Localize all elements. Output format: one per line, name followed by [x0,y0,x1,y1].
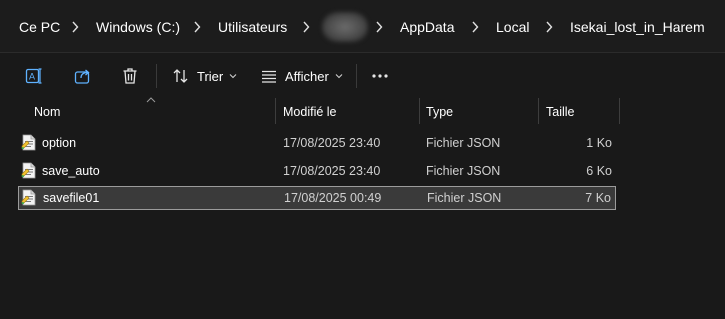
chevron-right-icon[interactable] [470,19,480,35]
toolbar-divider [156,64,157,88]
file-type: Fichier JSON [426,136,501,150]
address-bar[interactable]: Ce PC Windows (C:) Utilisateurs AppData … [0,0,725,53]
file-modified-date: 17/08/2025 23:40 [283,164,381,178]
file-size: 6 Ko [586,164,612,178]
chevron-down-icon [229,72,237,80]
chevron-right-icon[interactable] [70,19,80,35]
column-size-header[interactable]: Taille [540,98,618,126]
file-row[interactable]: option 17/08/2025 23:40 Fichier JSON 1 K… [18,131,616,155]
blurred-username[interactable] [322,12,368,42]
file-name: save_auto [42,164,100,178]
view-icon [260,67,278,85]
chevron-right-icon[interactable] [192,19,202,35]
column-name-header[interactable]: Nom [28,98,274,126]
file-size: 1 Ko [586,136,612,150]
file-size: 7 Ko [585,191,611,205]
svg-text:A: A [29,72,35,82]
view-button[interactable]: Afficher [260,64,343,88]
breadcrumb-appdata[interactable]: AppData [400,17,454,37]
column-type-header[interactable]: Type [420,98,536,126]
chevron-down-icon [335,72,343,80]
json-file-icon [21,189,37,206]
file-modified-date: 17/08/2025 23:40 [283,136,381,150]
column-header: Nom Modifié le Type Taille [0,97,725,126]
column-modified-header[interactable]: Modifié le [277,98,417,126]
file-row[interactable]: save_auto 17/08/2025 23:40 Fichier JSON … [18,159,616,183]
file-type: Fichier JSON [426,164,501,178]
column-divider[interactable] [538,98,539,124]
breadcrumb-utilisateurs[interactable]: Utilisateurs [218,17,287,37]
breadcrumb-local[interactable]: Local [496,17,529,37]
breadcrumb-ce-pc[interactable]: Ce PC [19,17,60,37]
rename-icon[interactable]: A [24,66,44,86]
file-modified-date: 17/08/2025 00:49 [284,191,382,205]
chevron-right-icon[interactable] [374,19,384,35]
delete-icon[interactable] [120,66,140,86]
json-file-icon [21,162,37,179]
chevron-right-icon[interactable] [301,19,311,35]
sort-label: Trier [197,68,224,84]
toolbar-divider [356,64,357,88]
sort-button[interactable]: Trier [172,64,237,88]
column-divider[interactable] [619,98,620,124]
breadcrumb-windows-c[interactable]: Windows (C:) [96,17,180,37]
file-name: savefile01 [43,191,100,205]
command-bar: A Trier Afficher [0,54,725,96]
chevron-right-icon[interactable] [544,19,554,35]
file-name: option [42,136,77,150]
sort-icon [172,67,190,85]
view-label: Afficher [285,68,329,84]
breadcrumb-isekai-lost-in-harem[interactable]: Isekai_lost_in_Harem [570,17,705,37]
file-type: Fichier JSON [427,191,502,205]
file-row-selected[interactable]: savefile01 17/08/2025 00:49 Fichier JSON… [18,186,616,210]
column-divider[interactable] [275,98,276,124]
share-icon[interactable] [73,66,93,86]
more-icon[interactable] [370,66,390,86]
json-file-icon [21,134,37,151]
